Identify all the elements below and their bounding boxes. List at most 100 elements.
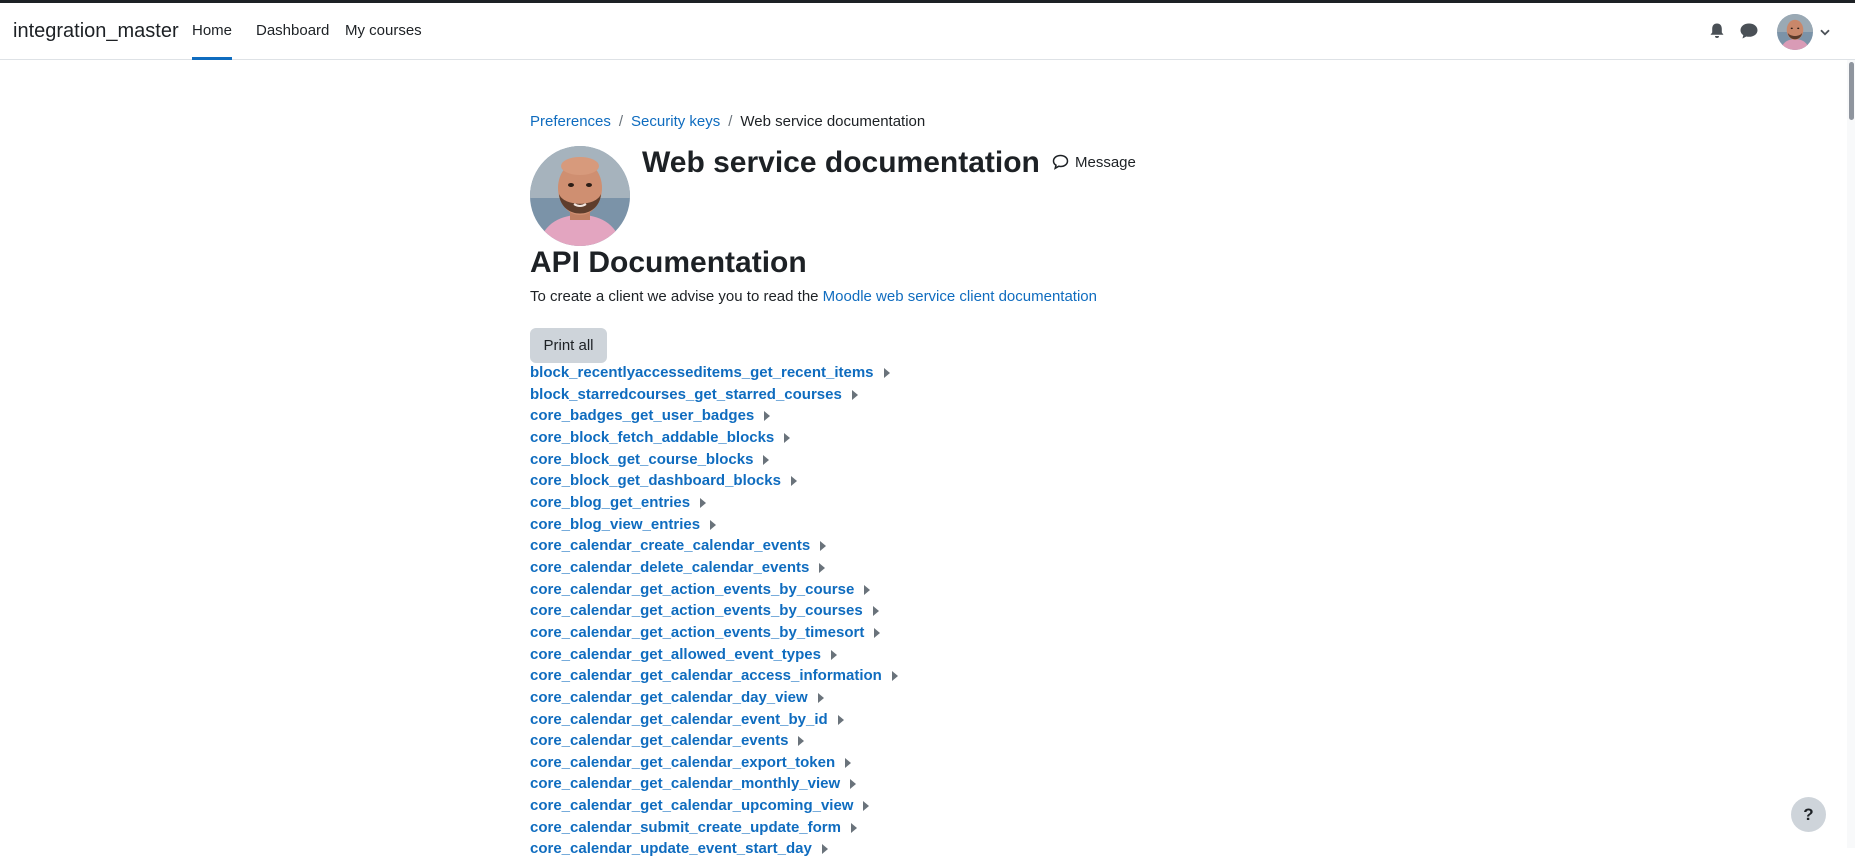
function-item[interactable]: core_block_get_dashboard_blocks bbox=[530, 470, 898, 492]
message-button[interactable]: Message bbox=[1052, 152, 1136, 174]
function-item[interactable]: core_blog_view_entries bbox=[530, 514, 898, 536]
function-name: core_calendar_delete_calendar_events bbox=[530, 558, 810, 576]
function-item[interactable]: core_calendar_get_action_events_by_cours… bbox=[530, 579, 898, 601]
nav-item-dashboard[interactable]: Dashboard bbox=[256, 3, 329, 60]
function-item[interactable]: block_starredcourses_get_starred_courses bbox=[530, 384, 898, 406]
function-name: core_block_get_course_blocks bbox=[530, 450, 754, 468]
client-documentation-link[interactable]: Moodle web service client documentation bbox=[823, 288, 1097, 305]
nav-item-home[interactable]: Home bbox=[192, 3, 233, 60]
caret-right-icon bbox=[790, 476, 797, 487]
intro-text: To create a client we advise you to read… bbox=[530, 286, 1097, 308]
caret-right-icon bbox=[821, 844, 828, 855]
caret-right-icon bbox=[784, 432, 791, 443]
function-item[interactable]: core_calendar_get_calendar_export_token bbox=[530, 752, 898, 774]
profile-photo bbox=[530, 146, 630, 246]
function-item[interactable]: core_calendar_get_calendar_event_by_id bbox=[530, 709, 898, 731]
function-name: core_calendar_update_event_start_day bbox=[530, 840, 812, 858]
nav-item-my-courses[interactable]: My courses bbox=[345, 3, 422, 60]
caret-right-icon bbox=[864, 584, 871, 595]
caret-right-icon bbox=[891, 671, 898, 682]
chat-icon[interactable] bbox=[1739, 22, 1759, 40]
function-name: core_calendar_create_calendar_events bbox=[530, 537, 811, 555]
caret-right-icon bbox=[845, 757, 852, 768]
function-item[interactable]: core_calendar_get_calendar_monthly_view bbox=[530, 773, 898, 795]
help-button[interactable]: ? bbox=[1791, 797, 1826, 832]
caret-right-icon bbox=[883, 368, 890, 378]
breadcrumb-security-keys[interactable]: Security keys bbox=[631, 113, 720, 130]
profile-picture bbox=[530, 146, 630, 246]
function-name: core_calendar_get_action_events_by_cours… bbox=[530, 602, 863, 620]
function-name: core_calendar_get_calendar_upcoming_view bbox=[530, 797, 854, 815]
function-name: core_calendar_get_action_events_by_times… bbox=[530, 623, 865, 641]
function-item[interactable]: core_calendar_get_calendar_upcoming_view bbox=[530, 795, 898, 817]
function-list: block_recentlyaccesseditems_get_recent_i… bbox=[530, 362, 898, 860]
site-brand[interactable]: integration_master bbox=[13, 3, 179, 59]
caret-right-icon bbox=[817, 692, 824, 703]
scrollbar-track[interactable] bbox=[1847, 60, 1855, 848]
function-item[interactable]: core_badges_get_user_badges bbox=[530, 405, 898, 427]
function-item[interactable]: core_calendar_get_action_events_by_cours… bbox=[530, 600, 898, 622]
function-item[interactable]: core_calendar_get_calendar_events bbox=[530, 730, 898, 752]
function-item[interactable]: core_calendar_update_event_start_day bbox=[530, 838, 898, 860]
caret-right-icon bbox=[710, 519, 717, 530]
scrollbar-thumb[interactable] bbox=[1849, 62, 1854, 120]
function-name: core_calendar_get_calendar_day_view bbox=[530, 688, 808, 706]
navbar: integration_master Home Dashboard My cou… bbox=[0, 3, 1855, 60]
caret-right-icon bbox=[700, 497, 707, 508]
caret-right-icon bbox=[820, 541, 827, 552]
caret-right-icon bbox=[850, 779, 857, 790]
function-item[interactable]: core_block_get_course_blocks bbox=[530, 449, 898, 471]
breadcrumb-current: Web service documentation bbox=[740, 113, 926, 130]
caret-right-icon bbox=[850, 822, 857, 833]
breadcrumb: Preferences / Security keys / Web service do… bbox=[530, 112, 925, 132]
function-item[interactable]: core_calendar_create_calendar_events bbox=[530, 535, 898, 557]
avatar-photo bbox=[1777, 14, 1813, 50]
caret-right-icon bbox=[851, 389, 858, 400]
caret-right-icon bbox=[830, 649, 837, 660]
breadcrumb-preferences[interactable]: Preferences bbox=[530, 113, 611, 130]
avatar[interactable] bbox=[1777, 14, 1813, 50]
function-name: core_calendar_get_calendar_export_token bbox=[530, 753, 836, 771]
function-item[interactable]: core_calendar_get_calendar_day_view bbox=[530, 687, 898, 709]
function-item[interactable]: core_calendar_submit_create_update_form bbox=[530, 817, 898, 839]
chevron-down-icon[interactable] bbox=[1820, 29, 1830, 36]
function-name: block_starredcourses_get_starred_courses bbox=[530, 385, 842, 403]
caret-right-icon bbox=[872, 606, 879, 617]
caret-right-icon bbox=[798, 736, 805, 747]
caret-right-icon bbox=[819, 562, 826, 573]
bell-icon[interactable] bbox=[1708, 22, 1726, 40]
function-name: core_block_get_dashboard_blocks bbox=[530, 472, 781, 490]
function-name: core_calendar_get_calendar_monthly_view bbox=[530, 775, 841, 793]
caret-right-icon bbox=[874, 627, 881, 638]
function-name: core_calendar_get_action_events_by_cours… bbox=[530, 580, 855, 598]
function-item[interactable]: core_block_fetch_addable_blocks bbox=[530, 427, 898, 449]
function-name: block_recentlyaccesseditems_get_recent_i… bbox=[530, 364, 874, 381]
breadcrumb-separator: / bbox=[618, 113, 624, 130]
function-name: core_blog_view_entries bbox=[530, 515, 701, 533]
function-item[interactable]: core_calendar_get_allowed_event_types bbox=[530, 644, 898, 666]
function-name: core_badges_get_user_badges bbox=[530, 407, 755, 425]
function-name: core_calendar_get_calendar_event_by_id bbox=[530, 710, 828, 728]
function-name: core_blog_get_entries bbox=[530, 493, 691, 511]
function-item[interactable]: core_calendar_get_action_events_by_times… bbox=[530, 622, 898, 644]
caret-right-icon bbox=[837, 714, 844, 725]
function-name: core_calendar_get_allowed_event_types bbox=[530, 645, 821, 663]
function-item[interactable]: core_calendar_delete_calendar_events bbox=[530, 557, 898, 579]
function-name: core_calendar_get_calendar_events bbox=[530, 732, 789, 750]
function-name: core_calendar_get_calendar_access_inform… bbox=[530, 667, 882, 685]
function-name: core_block_fetch_addable_blocks bbox=[530, 428, 775, 446]
page-title: Web service documentation bbox=[642, 146, 1040, 179]
caret-right-icon bbox=[763, 454, 770, 465]
api-documentation-heading: API Documentation bbox=[530, 246, 807, 279]
function-item[interactable]: core_calendar_get_calendar_access_inform… bbox=[530, 665, 898, 687]
intro-prefix: To create a client we advise you to read… bbox=[530, 288, 823, 305]
function-item[interactable]: block_recentlyaccesseditems_get_recent_i… bbox=[530, 362, 898, 384]
breadcrumb-separator: / bbox=[728, 113, 733, 130]
message-label: Message bbox=[1075, 154, 1136, 171]
caret-right-icon bbox=[764, 411, 771, 422]
speech-bubble-icon bbox=[1052, 154, 1069, 170]
caret-right-icon bbox=[863, 801, 870, 812]
print-all-button[interactable]: Print all bbox=[530, 328, 607, 363]
function-name: core_calendar_submit_create_update_form bbox=[530, 818, 841, 836]
function-item[interactable]: core_blog_get_entries bbox=[530, 492, 898, 514]
